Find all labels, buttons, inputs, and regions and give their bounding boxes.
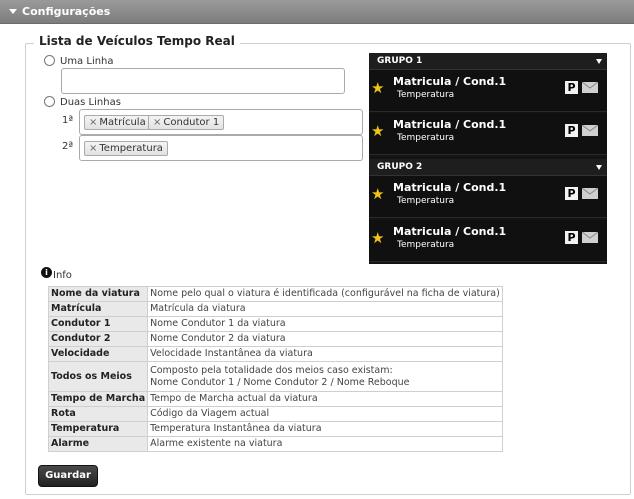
- remove-tag-icon[interactable]: ×: [89, 143, 97, 154]
- star-icon: ★: [371, 185, 385, 203]
- table-row: Velocidade Velocidade Instantânea da viat…: [47, 346, 503, 362]
- envelope-icon: [582, 125, 598, 136]
- vehicle-row[interactable]: ★ Matricula / Cond.1 Temperatura P: [369, 220, 607, 262]
- star-icon: ★: [371, 229, 385, 247]
- envelope-icon: [582, 232, 598, 243]
- vehicle-row[interactable]: ★ Matricula / Cond.1 Temperatura P: [369, 113, 607, 155]
- vehicle-row[interactable]: ★ Matricula / Cond.1 Temperatura P: [369, 176, 607, 218]
- info-icon: i: [41, 267, 52, 278]
- single-line-input[interactable]: [61, 68, 345, 94]
- vehicle-list-preview: GRUPO 1 ★ Matricula / Cond.1 Temperatura…: [369, 53, 607, 264]
- star-icon: ★: [371, 122, 385, 140]
- table-row: Matrícula Matrícula da viatura: [47, 301, 503, 317]
- parking-icon: P: [565, 187, 578, 200]
- save-button[interactable]: Guardar: [38, 465, 98, 487]
- remove-tag-icon[interactable]: ×: [89, 117, 97, 128]
- tag-temperatura[interactable]: × Temperatura: [84, 141, 168, 156]
- radio-single-line[interactable]: [44, 55, 55, 66]
- table-row: Condutor 1 Nome Condutor 1 da viatura: [47, 316, 503, 332]
- table-row: Condutor 2 Nome Condutor 2 da viatura: [47, 331, 503, 347]
- radio-two-lines[interactable]: [44, 96, 55, 107]
- parking-icon: P: [565, 124, 578, 137]
- info-label: Info: [53, 270, 72, 281]
- section-legend: Lista de Veículos Tempo Real: [34, 34, 240, 48]
- table-row: Rota Código da Viagem actual: [47, 406, 503, 422]
- radio-two-lines-label[interactable]: Duas Linhas: [60, 97, 121, 108]
- parking-icon: P: [565, 231, 578, 244]
- remove-tag-icon[interactable]: ×: [153, 117, 161, 128]
- line1-label: 1ª: [62, 115, 74, 126]
- vehicle-row[interactable]: ★ Matricula / Cond.1 Temperatura P: [369, 70, 607, 112]
- chevron-down-icon[interactable]: [9, 9, 17, 14]
- chevron-down-icon[interactable]: [596, 165, 602, 170]
- table-row: Nome da viatura Nome pelo qual o viatura …: [47, 286, 503, 302]
- group-header[interactable]: GRUPO 1: [369, 53, 607, 70]
- envelope-icon: [582, 188, 598, 199]
- line2-tag-input[interactable]: × Temperatura: [79, 135, 363, 161]
- table-row: Todos os Meios Composto pela totalidade d…: [47, 361, 503, 392]
- chevron-down-icon[interactable]: [596, 59, 602, 64]
- settings-header[interactable]: Configurações: [0, 0, 634, 24]
- table-row: Temperatura Temperatura Instantânea da vi…: [47, 421, 503, 437]
- tag-condutor-1[interactable]: × Condutor 1: [148, 115, 225, 130]
- info-table: Nome da viatura Nome pelo qual o viatura …: [47, 286, 503, 452]
- table-row: Tempo de Marcha Tempo de Marcha actual da…: [47, 391, 503, 407]
- tag-matricula[interactable]: × Matrícula: [84, 115, 151, 130]
- line2-label: 2ª: [62, 141, 74, 152]
- radio-single-line-label[interactable]: Uma Linha: [60, 56, 114, 67]
- star-icon: ★: [371, 79, 385, 97]
- line1-tag-input[interactable]: × Matrícula × Condutor 1: [79, 109, 363, 135]
- envelope-icon: [582, 82, 598, 93]
- table-row: Alarme Alarme existente na viatura: [47, 436, 503, 452]
- group-header[interactable]: GRUPO 2: [369, 159, 607, 176]
- settings-title: Configurações: [22, 5, 111, 18]
- parking-icon: P: [565, 81, 578, 94]
